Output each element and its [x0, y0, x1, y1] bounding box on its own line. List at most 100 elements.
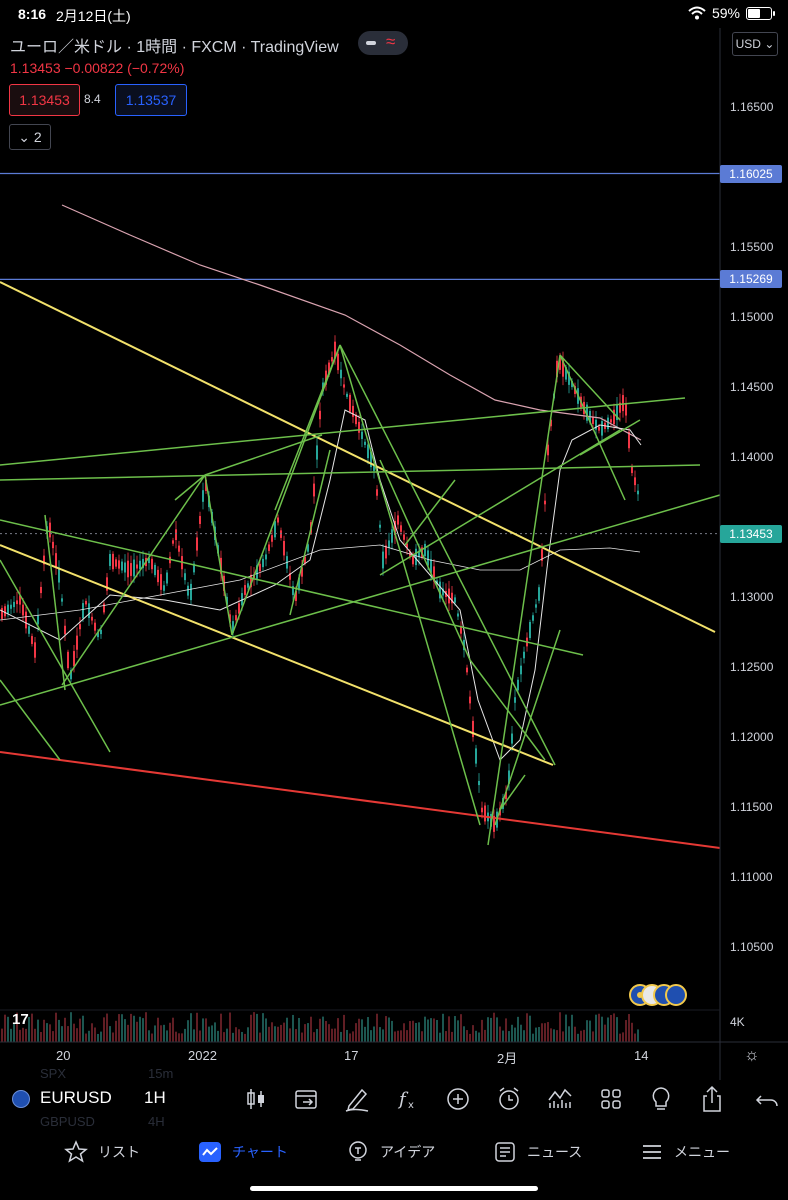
chart-title[interactable]: ユーロ／米ドル · 1時間 · FXCM · TradingView [10, 33, 339, 57]
undo-icon[interactable] [753, 1084, 783, 1114]
volume-bar [496, 1017, 498, 1042]
volume-bar [571, 1014, 573, 1042]
status-date: 2月12日(土) [56, 8, 131, 24]
volume-bar [394, 1031, 396, 1042]
buy-button[interactable]: 1.13537 [115, 84, 187, 116]
candles-icon[interactable] [241, 1084, 271, 1114]
candle-body [7, 604, 9, 614]
tab-ideas[interactable]: アイデア [346, 1140, 435, 1164]
time-axis-label: 2月 [497, 1051, 518, 1066]
currency-button[interactable]: USD ⌄ [732, 32, 778, 56]
candle-body [178, 545, 180, 552]
volume-bar [529, 1015, 531, 1042]
volume-bar [4, 1014, 6, 1042]
candle-body [625, 404, 627, 416]
volume-bar [490, 1017, 492, 1042]
candle-body [265, 554, 267, 560]
tab-list[interactable]: リスト [64, 1140, 140, 1164]
candle-body [52, 541, 54, 549]
candle-body [280, 530, 282, 538]
candle-body [343, 384, 345, 388]
volume-bar [397, 1030, 399, 1042]
price-chart[interactable] [0, 28, 788, 1080]
candle-body [85, 600, 87, 605]
candle-body [634, 477, 636, 486]
volume-bar [154, 1025, 156, 1042]
volume-bar [187, 1020, 189, 1042]
candle-body [385, 545, 387, 559]
volume-bar [535, 1027, 537, 1042]
volume-bar [268, 1026, 270, 1042]
volume-bar [328, 1024, 330, 1042]
layout-icon[interactable] [596, 1084, 626, 1114]
candle-body [130, 563, 132, 576]
sell-button[interactable]: 1.13453 [9, 84, 80, 116]
candle-body [115, 559, 117, 567]
symbol-picker-next: GBPUSD [40, 1114, 95, 1129]
candle-body [514, 697, 516, 703]
volume-bar [91, 1023, 93, 1042]
volume-bar [100, 1031, 102, 1042]
volume-bar [325, 1021, 327, 1042]
volume-bar [271, 1022, 273, 1042]
share-icon[interactable] [697, 1084, 727, 1114]
volume-bar [115, 1020, 117, 1042]
idea-icon[interactable] [646, 1084, 676, 1114]
candle-body [631, 466, 633, 474]
volume-bar [373, 1026, 375, 1042]
volume-bar [346, 1029, 348, 1042]
symbol-picker[interactable]: EURUSD [40, 1088, 112, 1108]
settings-icon[interactable]: ☼ [744, 1045, 760, 1065]
volume-bar [25, 1028, 27, 1042]
volume-bar [250, 1014, 252, 1042]
volume-bar [307, 1023, 309, 1042]
event-icons[interactable] [629, 984, 687, 1006]
volume-bar [514, 1027, 516, 1042]
candle-body [592, 417, 594, 424]
compare-icon[interactable] [545, 1084, 575, 1114]
tab-label: メニュー [674, 1144, 730, 1160]
candle-body [598, 426, 600, 431]
volume-bar [601, 1016, 603, 1042]
tab-menu[interactable]: メニュー [640, 1140, 730, 1164]
candle-body [472, 720, 474, 738]
volume-bar [106, 1013, 108, 1042]
price-axis-label: 1.11000 [730, 870, 773, 884]
tab-chart[interactable]: チャート [198, 1140, 288, 1164]
volume-bar [550, 1028, 552, 1042]
level-price-tag: 1.15269 [720, 270, 782, 289]
volume-bar [196, 1012, 198, 1042]
globe-icon [12, 1090, 30, 1108]
volume-bar [448, 1016, 450, 1042]
candle-body [82, 603, 84, 619]
volume-bar [364, 1026, 366, 1042]
volume-bar [592, 1031, 594, 1042]
volume-bar [370, 1030, 372, 1042]
volume-bar [220, 1013, 222, 1042]
draw-icon[interactable] [342, 1084, 372, 1114]
add-icon[interactable] [443, 1084, 473, 1114]
tab-news[interactable]: ニュース [493, 1140, 582, 1164]
drawn-trendline [339, 344, 556, 766]
indicators-collapse-button[interactable]: ⌄ 2 [9, 124, 51, 150]
function-icon[interactable]: fx [392, 1084, 422, 1114]
candle-body [13, 601, 15, 608]
candle-body [400, 525, 402, 532]
replay-icon[interactable] [291, 1084, 321, 1114]
volume-bar [277, 1026, 279, 1042]
candle-body [157, 569, 159, 583]
interval-picker[interactable]: 1H [144, 1088, 166, 1108]
status-bar: 8:16 2月12日(土) 59% [0, 0, 788, 28]
volume-bar [76, 1028, 78, 1042]
alarm-icon[interactable] [494, 1084, 524, 1114]
volume-bar [22, 1027, 24, 1042]
volume-bar [625, 1020, 627, 1042]
volume-bar [361, 1019, 363, 1042]
candle-body [403, 534, 405, 540]
volume-bar [415, 1022, 417, 1042]
drawn-trendline [0, 559, 111, 753]
volume-bar [358, 1018, 360, 1042]
chart-mode-pill[interactable]: ≈ [358, 31, 408, 55]
volume-bar [127, 1024, 129, 1042]
candle-body [79, 624, 81, 630]
